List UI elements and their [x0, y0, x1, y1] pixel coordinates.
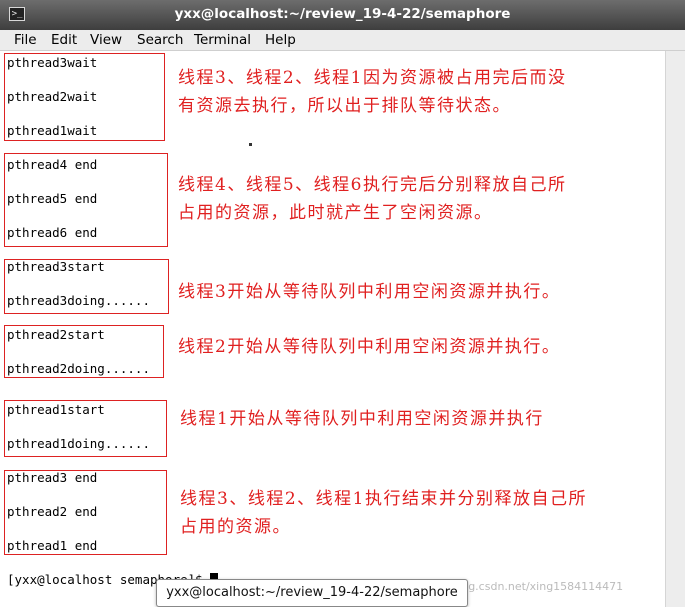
annotation-text: 线程1开始从等待队列中利用空闲资源并执行 [180, 409, 544, 429]
annotation-box [4, 470, 167, 555]
terminal-scrollbar[interactable] [665, 51, 685, 607]
annotation-box [4, 259, 169, 314]
annotation-box [4, 325, 164, 378]
window-title: yxx@localhost:~/review_19-4-22/semaphore [174, 6, 511, 22]
window-titlebar[interactable]: >_ yxx@localhost:~/review_19-4-22/semaph… [0, 0, 685, 30]
annotation-text: 线程4、线程5、线程6执行完后分别释放自己所 [178, 175, 567, 195]
menu-search[interactable]: Search [137, 32, 183, 48]
annotation-text: 线程2开始从等待队列中利用空闲资源并执行。 [178, 337, 561, 357]
annotation-text: 线程3、线程2、线程1因为资源被占用完后而没 [178, 68, 567, 88]
menu-file[interactable]: File [14, 32, 37, 48]
window-tooltip: yxx@localhost:~/review_19-4-22/semaphore [156, 579, 468, 607]
annotation-text: 占用的资源，此时就产生了空闲资源。 [178, 203, 493, 223]
menu-edit[interactable]: Edit [51, 32, 77, 48]
annotation-text: 有资源去执行，所以出于排队等待状态。 [178, 96, 511, 116]
menu-bar: File Edit View Search Terminal Help [0, 30, 685, 51]
annotation-box [4, 153, 168, 247]
annotation-box [4, 53, 165, 141]
menu-view[interactable]: View [90, 32, 122, 48]
stray-dot [249, 143, 252, 146]
annotation-box [4, 400, 167, 457]
annotation-text: 占用的资源。 [180, 517, 291, 537]
menu-terminal[interactable]: Terminal [194, 32, 251, 48]
annotation-text: 线程3开始从等待队列中利用空闲资源并执行。 [178, 282, 561, 302]
annotation-text: 线程3、线程2、线程1执行结束并分别释放自己所 [180, 489, 587, 509]
menu-help[interactable]: Help [265, 32, 296, 48]
